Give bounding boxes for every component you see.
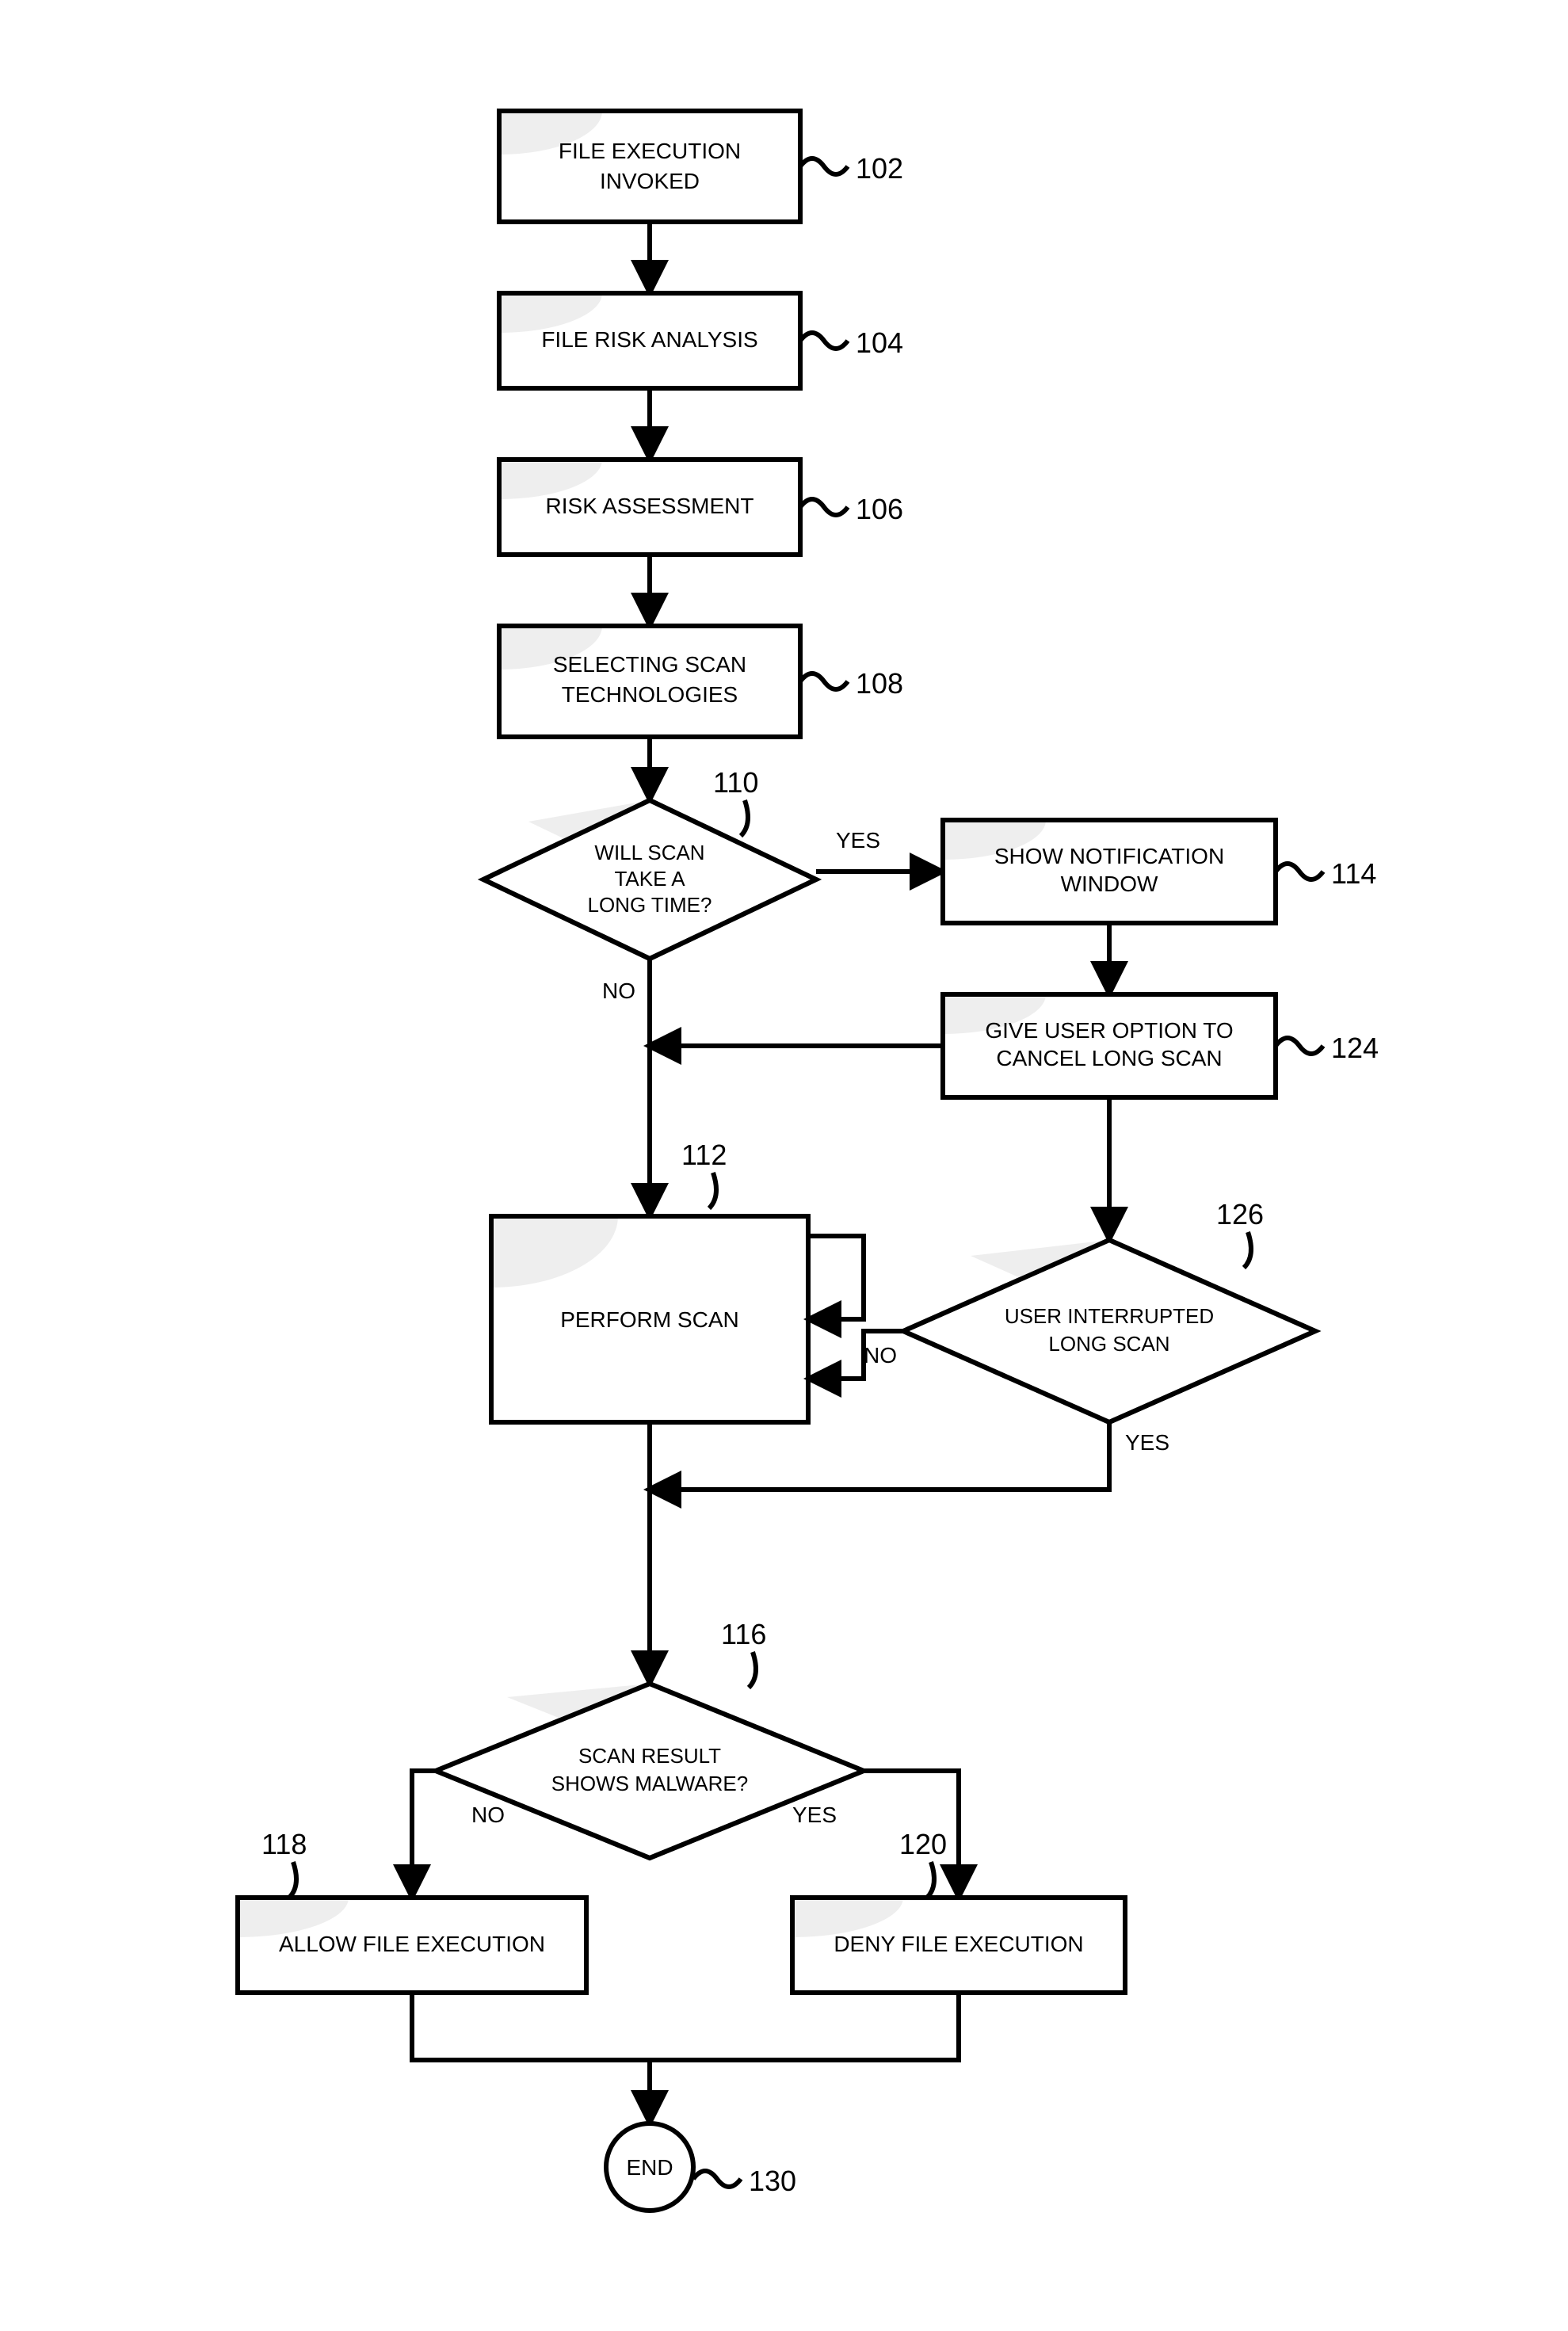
ref-label-108: 108: [800, 667, 903, 700]
edge: [412, 1993, 650, 2122]
node-text: RISK ASSESSMENT: [546, 494, 754, 518]
node-scan-result-shows-malware: SCAN RESULT SHOWS MALWARE?: [436, 1684, 864, 1858]
node-text: CANCEL LONG SCAN: [996, 1046, 1222, 1070]
node-file-execution-invoked: FILE EXECUTION INVOKED: [396, 67, 800, 222]
node-give-user-option-cancel: GIVE USER OPTION TO CANCEL LONG SCAN: [840, 955, 1276, 1097]
edge-label-yes: YES: [792, 1803, 837, 1827]
svg-text:102: 102: [856, 152, 903, 185]
node-user-interrupted-long-scan: USER INTERRUPTED LONG SCAN: [903, 1240, 1315, 1422]
svg-text:108: 108: [856, 667, 903, 700]
node-text: FILE RISK ANALYSIS: [541, 327, 757, 352]
flowchart-canvas: FILE EXECUTION INVOKED 102 FILE RISK ANA…: [0, 0, 1568, 2331]
node-text: WILL SCAN: [594, 841, 704, 864]
node-allow-file-execution: ALLOW FILE EXECUTION: [127, 1858, 586, 1993]
node-text: LONG SCAN: [1048, 1332, 1169, 1356]
svg-text:118: 118: [261, 1828, 307, 1860]
edge-label-no: NO: [602, 979, 635, 1003]
edge: [650, 1422, 1109, 1490]
node-text: DENY FILE EXECUTION: [834, 1932, 1083, 1956]
node-risk-assessment: RISK ASSESSMENT: [396, 420, 800, 555]
svg-text:124: 124: [1331, 1032, 1379, 1064]
node-will-scan-take-long: WILL SCAN TAKE A LONG TIME?: [483, 800, 816, 959]
node-selecting-scan-technologies: SELECTING SCAN TECHNOLOGIES: [396, 582, 800, 737]
node-end: END: [606, 2123, 693, 2211]
node-text: SELECTING SCAN: [553, 652, 746, 677]
ref-label-130: 130: [693, 2165, 796, 2197]
node-text: SCAN RESULT: [578, 1744, 721, 1768]
node-file-risk-analysis: FILE RISK ANALYSIS: [396, 254, 800, 388]
ref-label-116: 116: [721, 1618, 766, 1688]
ref-label-120: 120: [899, 1828, 947, 1898]
node-text: INVOKED: [600, 169, 700, 193]
node-text: SHOWS MALWARE?: [551, 1772, 748, 1795]
ref-label-110: 110: [713, 766, 758, 836]
node-text: FILE EXECUTION: [559, 139, 741, 163]
node-show-notification-window: SHOW NOTIFICATION WINDOW: [840, 780, 1276, 923]
edge: [808, 1236, 864, 1319]
ref-label-104: 104: [800, 326, 903, 359]
svg-text:104: 104: [856, 326, 903, 359]
edge-label-yes: YES: [836, 828, 880, 853]
edge-label-no: NO: [864, 1343, 897, 1368]
svg-text:120: 120: [899, 1828, 947, 1860]
node-deny-file-execution: DENY FILE EXECUTION: [681, 1858, 1125, 1993]
node-text: END: [626, 2155, 673, 2180]
edge-label-no: NO: [471, 1803, 505, 1827]
ref-label-124: 124: [1276, 1032, 1379, 1064]
node-text: ALLOW FILE EXECUTION: [279, 1932, 545, 1956]
node-text: WINDOW: [1061, 872, 1158, 896]
edge-label-yes: YES: [1125, 1430, 1169, 1455]
ref-label-102: 102: [800, 152, 903, 185]
svg-text:130: 130: [749, 2165, 796, 2197]
svg-text:106: 106: [856, 493, 903, 525]
svg-text:112: 112: [681, 1139, 727, 1171]
svg-text:116: 116: [721, 1618, 766, 1650]
node-text: TECHNOLOGIES: [562, 682, 738, 707]
ref-label-112: 112: [681, 1139, 727, 1208]
node-perform-scan: PERFORM SCAN: [364, 1145, 808, 1422]
node-text: GIVE USER OPTION TO: [985, 1018, 1233, 1043]
edge: [412, 1771, 436, 1896]
node-text: SHOW NOTIFICATION: [994, 844, 1224, 868]
svg-text:126: 126: [1216, 1198, 1264, 1230]
edge: [650, 1993, 959, 2060]
node-text: PERFORM SCAN: [560, 1307, 739, 1332]
svg-text:110: 110: [713, 766, 758, 799]
ref-label-118: 118: [261, 1828, 307, 1898]
ref-label-106: 106: [800, 493, 903, 525]
node-text: TAKE A: [614, 867, 685, 891]
ref-label-126: 126: [1216, 1198, 1264, 1268]
svg-text:114: 114: [1331, 857, 1376, 890]
node-text: USER INTERRUPTED: [1005, 1304, 1214, 1328]
node-text: LONG TIME?: [587, 893, 712, 917]
ref-label-114: 114: [1276, 857, 1376, 890]
